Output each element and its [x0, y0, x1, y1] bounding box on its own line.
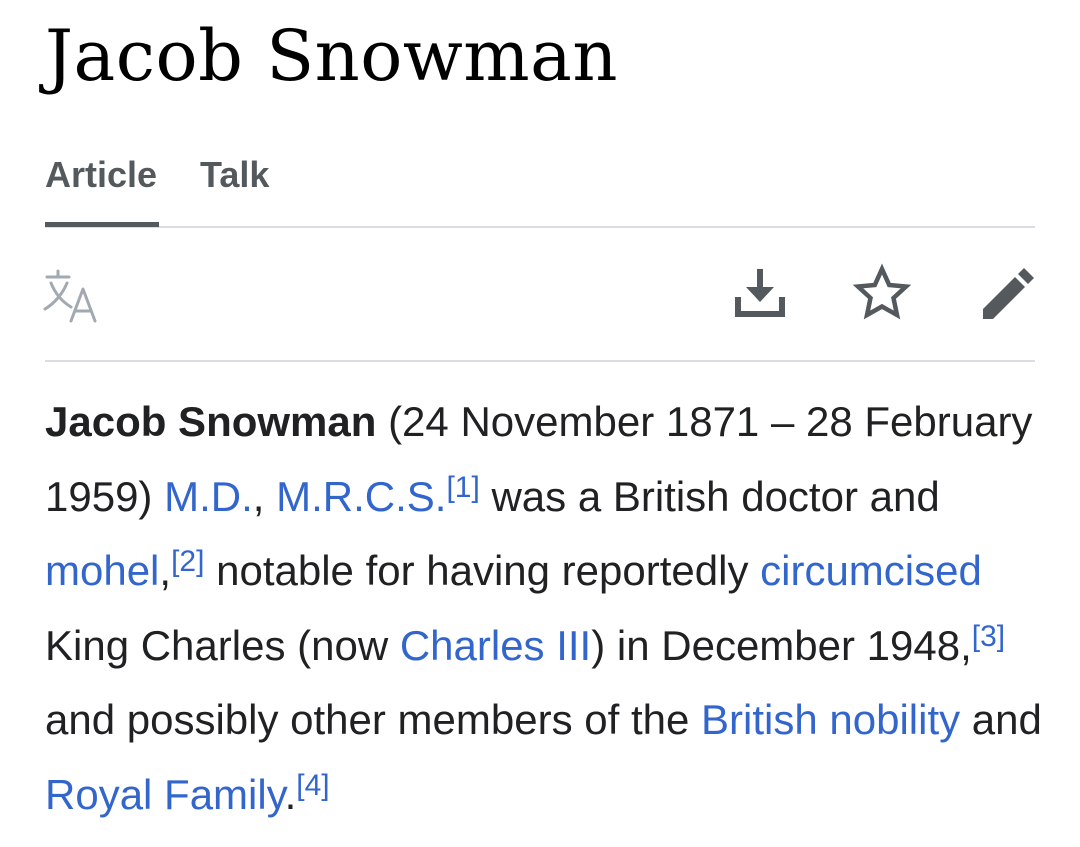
- page-title: Jacob Snowman: [45, 15, 618, 97]
- link-circumcised[interactable]: circumcised: [760, 547, 982, 594]
- tab-talk[interactable]: Talk: [200, 150, 269, 224]
- text-other-members: and possibly other members of the: [45, 696, 702, 743]
- text-december: ) in December 1948,: [591, 621, 972, 669]
- text-and: and: [960, 696, 1042, 743]
- page-tabs: Article Talk: [45, 150, 1035, 228]
- link-mohel[interactable]: mohel: [45, 547, 159, 594]
- star-icon[interactable]: [851, 263, 913, 325]
- download-icon[interactable]: [729, 263, 791, 325]
- text-comma-2: ,: [159, 547, 172, 594]
- language-icon[interactable]: [41, 265, 103, 327]
- reference-1[interactable]: [1]: [446, 471, 479, 504]
- reference-4[interactable]: [4]: [296, 769, 329, 802]
- text-king-charles: King Charles (now: [45, 621, 400, 669]
- article-lead-paragraph: Jacob Snowman (24 November 1871 – 28 Feb…: [45, 385, 1045, 832]
- text-period: .: [284, 770, 297, 818]
- active-tab-indicator: [45, 222, 159, 227]
- link-charles-iii[interactable]: Charles III: [400, 622, 591, 669]
- link-mrcs[interactable]: M.R.C.S.: [276, 473, 446, 520]
- text-british-doctor: was a British doctor and: [479, 472, 940, 520]
- text-comma: ,: [252, 472, 277, 520]
- article-subject: Jacob Snowman: [45, 398, 377, 445]
- edit-icon[interactable]: [975, 263, 1037, 325]
- link-md[interactable]: M.D.: [164, 473, 253, 520]
- tab-article[interactable]: Article: [45, 150, 157, 224]
- reference-3[interactable]: [3]: [972, 620, 1005, 653]
- text-notable: notable for having reportedly: [204, 547, 761, 594]
- link-royal-family[interactable]: Royal Family: [45, 771, 285, 818]
- link-british-nobility[interactable]: British nobility: [701, 696, 960, 743]
- reference-2[interactable]: [2]: [171, 545, 204, 578]
- page-actions-toolbar: [43, 228, 1037, 362]
